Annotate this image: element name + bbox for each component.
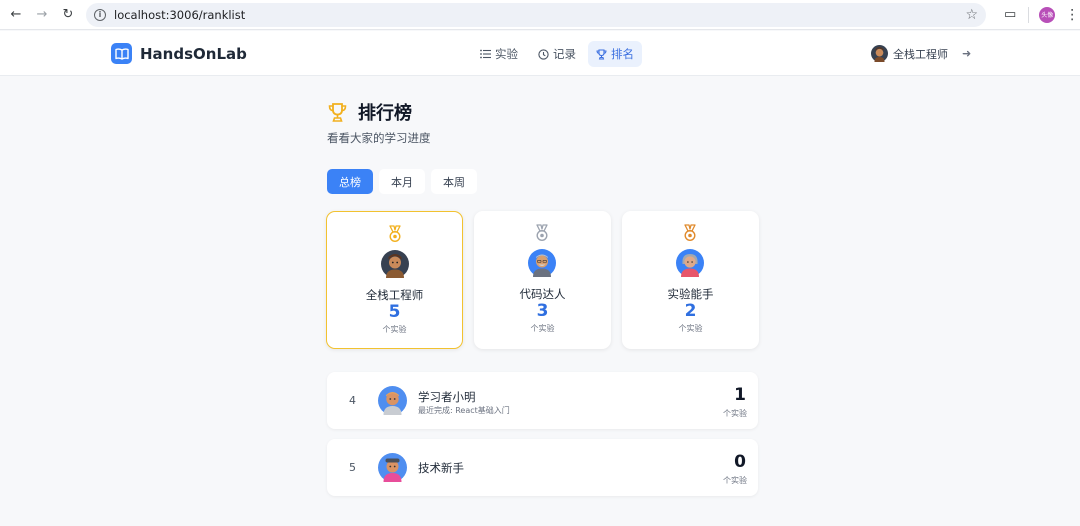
tab-week[interactable]: 本周: [431, 169, 477, 194]
list-name: 学习者小明: [418, 390, 476, 404]
list-unit: 个实验: [723, 409, 747, 418]
podium-card-first: 全栈工程师 5 个实验: [326, 211, 463, 349]
tab-overall[interactable]: 总榜: [327, 169, 373, 194]
podium-count: 5: [388, 302, 401, 322]
bookmark-star-icon[interactable]: ☆: [965, 7, 978, 23]
forward-arrow-icon[interactable]: →: [32, 5, 52, 25]
back-arrow-icon[interactable]: ←: [6, 5, 26, 25]
trophy-icon: [328, 102, 347, 122]
extensions-puzzle-icon[interactable]: ▭: [1004, 7, 1016, 22]
ranking-list-item: 4 学习者小明 最近完成: React基础入门 1 个实验: [327, 372, 758, 429]
list-count: 1: [734, 385, 746, 405]
nav-item-experiments[interactable]: 实验: [472, 41, 526, 67]
podium-card-third: 实验能手 2 个实验: [622, 211, 759, 349]
url-text: localhost:3006/ranklist: [114, 7, 246, 22]
rank-number: 4: [349, 394, 356, 407]
app-name: HandsOnLab: [140, 44, 247, 63]
nav-label: 排名: [611, 47, 634, 61]
podium-name: 全栈工程师: [365, 288, 424, 302]
list-name: 技术新手: [418, 461, 464, 475]
gold-medal-icon: [389, 225, 401, 243]
list-count: 0: [734, 452, 746, 472]
list-icon: [480, 49, 491, 59]
rank-number: 5: [349, 461, 356, 474]
address-bar[interactable]: i localhost:3006/ranklist ☆: [86, 2, 986, 27]
avatar: [381, 250, 409, 278]
tab-month[interactable]: 本月: [379, 169, 425, 194]
site-info-icon[interactable]: i: [94, 8, 106, 21]
nav-item-ranking[interactable]: 排名: [588, 41, 642, 67]
page-title: 排行榜: [358, 103, 412, 124]
avatar: [378, 386, 407, 415]
main-nav: 实验 记录 排名: [472, 41, 642, 67]
podium-count: 2: [684, 301, 697, 321]
list-unit: 个实验: [723, 476, 747, 485]
avatar: [528, 249, 556, 277]
podium-unit: 个实验: [530, 324, 555, 333]
user-name: 全栈工程师: [893, 47, 948, 61]
avatar: [378, 453, 407, 482]
podium-count: 3: [536, 301, 549, 321]
recent-completion: 最近完成: React基础入门: [418, 406, 510, 415]
ranking-list-item: 5 技术新手 0 个实验: [327, 439, 758, 496]
book-icon: [111, 43, 132, 64]
silver-medal-icon: [536, 224, 548, 242]
avatar: [676, 249, 704, 277]
ranking-tabs: 总榜 本月 本周: [327, 169, 477, 194]
clock-icon: [538, 48, 549, 60]
user-avatar: [871, 45, 888, 62]
toolbar-divider: [1028, 6, 1030, 23]
app-logo[interactable]: HandsOnLab: [111, 43, 247, 64]
profile-avatar[interactable]: 头像: [1039, 6, 1056, 23]
nav-label: 实验: [495, 47, 518, 61]
user-menu[interactable]: 全栈工程师 ➜: [871, 45, 971, 62]
browser-menu-icon[interactable]: ⋮: [1065, 7, 1079, 23]
app-header: HandsOnLab 实验 记录 排名 全栈工程师 ➜: [0, 31, 1080, 76]
podium-unit: 个实验: [382, 325, 407, 334]
reload-icon[interactable]: ↻: [58, 5, 78, 25]
nav-item-records[interactable]: 记录: [530, 41, 584, 67]
podium-unit: 个实验: [678, 324, 703, 333]
nav-label: 记录: [553, 47, 576, 61]
logout-icon[interactable]: ➜: [962, 47, 971, 60]
browser-toolbar: ← → ↻ i localhost:3006/ranklist ☆ ▭ 头像 ⋮: [0, 0, 1080, 30]
podium-card-second: 代码达人 3 个实验: [474, 211, 611, 349]
podium-name: 代码达人: [519, 287, 566, 301]
podium-name: 实验能手: [667, 287, 714, 301]
trophy-icon: [596, 48, 607, 59]
bronze-medal-icon: [684, 224, 696, 242]
page-title-row: 排行榜: [327, 99, 412, 125]
page-subtitle: 看看大家的学习进度: [327, 131, 431, 145]
